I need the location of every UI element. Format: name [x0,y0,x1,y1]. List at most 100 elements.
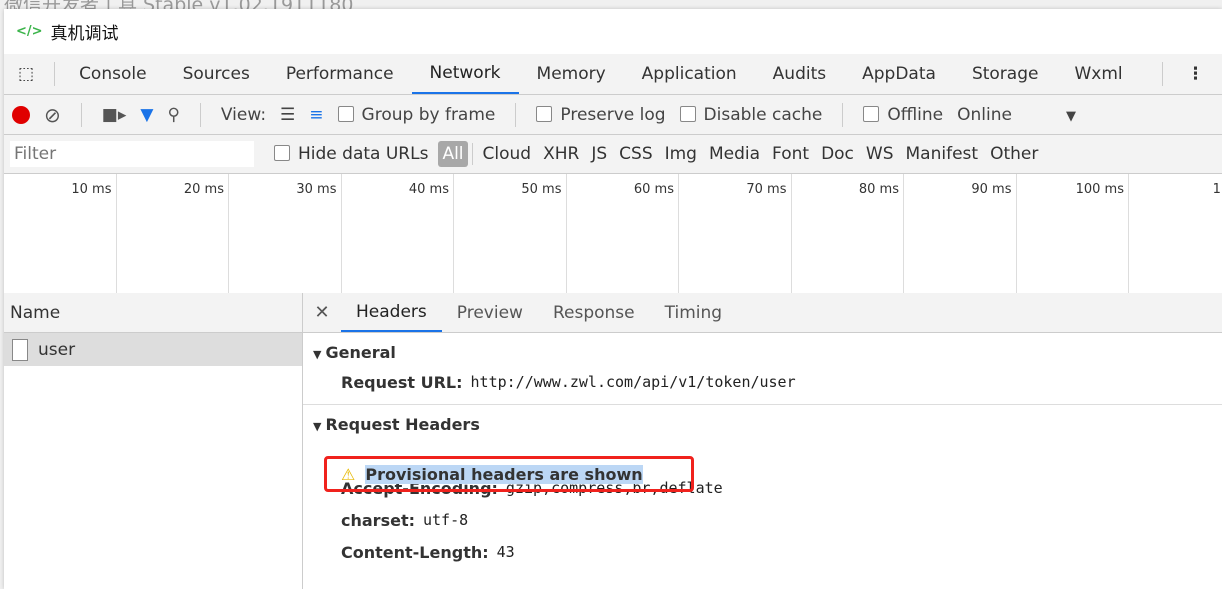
timeline-tick: 10 ms [4,174,117,293]
timeline-tick: 30 ms [229,174,342,293]
header-key: Content-Length: [341,542,489,562]
request-url-row: Request URL: http://www.zwl.com/api/v1/to… [303,366,1222,398]
hide-data-urls-checkbox[interactable]: Hide data URLs [274,144,428,164]
divider [1162,62,1163,86]
divider [471,143,473,165]
view-label: View: [220,104,267,125]
more-menu-icon[interactable]: ⋮ [1169,54,1222,94]
devtools-window: </> 真机调试 ⬚ Console Sources Performance N… [4,9,1222,589]
provisional-warning: ⚠ Provisional headers are shown [324,456,694,492]
tab-wxml[interactable]: Wxml [1056,54,1140,94]
filter-doc[interactable]: Doc [815,144,860,164]
tab-network[interactable]: Network [411,54,519,94]
filter-other[interactable]: Other [984,144,1044,164]
tab-sources[interactable]: Sources [165,54,268,94]
triangle-down-icon: ▼ [313,420,322,433]
timeline-tick: 60 ms [567,174,679,293]
window-header: </> 真机调试 [4,9,1222,54]
file-icon [12,338,28,361]
filter-manifest[interactable]: Manifest [900,144,985,164]
filter-input[interactable] [10,141,254,167]
name-column-header[interactable]: Name [4,293,302,333]
timeline-tick: 100 ms [1017,174,1129,293]
request-url-value: http://www.zwl.com/api/v1/token/user [470,373,796,391]
header-value: 43 [496,543,515,561]
tab-appdata[interactable]: AppData [844,54,954,94]
divider [80,102,82,127]
filter-all[interactable]: All [438,141,468,167]
group-by-frame-label: Group by frame [361,104,496,125]
filter-cloud[interactable]: Cloud [477,144,538,164]
request-list: Name user [4,293,303,589]
tab-storage[interactable]: Storage [954,54,1057,94]
filter-ws[interactable]: WS [860,144,900,164]
close-icon[interactable]: ✕ [303,293,341,332]
filter-font[interactable]: Font [766,144,815,164]
timeline-overview[interactable]: 10 ms 20 ms 30 ms 40 ms 50 ms 60 ms 70 ms 80 ms… [4,174,1222,294]
request-url-label: Request URL: [341,372,463,392]
warning-text: Provisional headers are shown [365,464,643,484]
panel-tabs: ⬚ Console Sources Performance Network Me… [4,54,1222,95]
request-headers-section-toggle[interactable]: ▼ Request Headers [303,405,1222,434]
inspect-element-icon[interactable]: ⬚ [4,54,48,94]
warning-icon: ⚠ [341,464,356,484]
request-detail: ✕ Headers Preview Response Timing ▼ Gener… [303,293,1222,589]
timeline-tick: 50 ms [454,174,567,293]
group-by-frame-checkbox[interactable]: Group by frame [337,104,496,125]
tab-headers[interactable]: Headers [341,293,442,332]
throttle-select[interactable]: Online ▼ [957,105,1076,125]
disable-cache-label: Disable cache [703,104,823,125]
window-title: 真机调试 [50,24,119,44]
divider [54,62,56,86]
header-key: charset: [341,510,415,530]
clear-icon[interactable]: ⊘ [44,103,61,127]
record-button[interactable] [12,105,30,124]
tab-response[interactable]: Response [538,293,650,332]
code-icon: </> [16,24,43,39]
preserve-log-checkbox[interactable]: Preserve log [536,104,666,125]
triangle-down-icon: ▼ [313,348,322,361]
filter-img[interactable]: Img [659,144,703,164]
tab-console[interactable]: Console [61,54,165,94]
tab-application[interactable]: Application [624,54,755,94]
preserve-log-label: Preserve log [560,104,666,125]
screenshot-camera-icon[interactable]: ■▸ [102,105,127,125]
request-name: user [38,339,76,360]
network-toolbar: ⊘ ■▸ ▼ ⚲ View: ☰ ≡ Group by frame Preser… [4,95,1222,135]
offline-checkbox[interactable]: Offline [863,105,943,125]
request-row[interactable]: user [4,333,302,366]
general-title: General [325,343,396,362]
divider [842,102,844,127]
timeline-tick: 40 ms [342,174,454,293]
tab-performance[interactable]: Performance [268,54,412,94]
offline-label: Offline [887,104,944,125]
header-row: charset: utf-8 [303,504,1222,536]
chevron-down-icon: ▼ [1065,108,1076,124]
timeline-tick: 20 ms [117,174,229,293]
filter-js[interactable]: JS [585,144,613,164]
timeline-tick: 70 ms [679,174,792,293]
tab-timing[interactable]: Timing [650,293,737,332]
filter-icon[interactable]: ▼ [140,105,153,125]
tab-preview[interactable]: Preview [442,293,538,332]
request-headers-title: Request Headers [325,415,480,434]
waterfall-icon[interactable]: ≡ [309,105,323,125]
general-section-toggle[interactable]: ▼ General [303,333,1222,362]
divider [199,102,201,127]
timeline-tick: 90 ms [904,174,1017,293]
search-icon[interactable]: ⚲ [167,105,179,125]
tab-memory[interactable]: Memory [519,54,624,94]
filter-css[interactable]: CSS [613,144,658,164]
hide-data-urls-label: Hide data URLs [298,144,429,164]
header-value: utf-8 [422,511,469,529]
filter-xhr[interactable]: XHR [537,144,585,164]
disable-cache-checkbox[interactable]: Disable cache [679,104,823,125]
throttle-value: Online [957,104,1012,125]
header-row: Content-Length: 43 [303,536,1222,568]
large-rows-icon[interactable]: ☰ [280,105,295,125]
timeline-tick: 110 [1212,182,1222,197]
divider [515,102,517,127]
filter-row: Hide data URLs All Cloud XHR JS CSS Img … [4,135,1222,174]
tab-audits[interactable]: Audits [755,54,844,94]
filter-media[interactable]: Media [703,144,766,164]
